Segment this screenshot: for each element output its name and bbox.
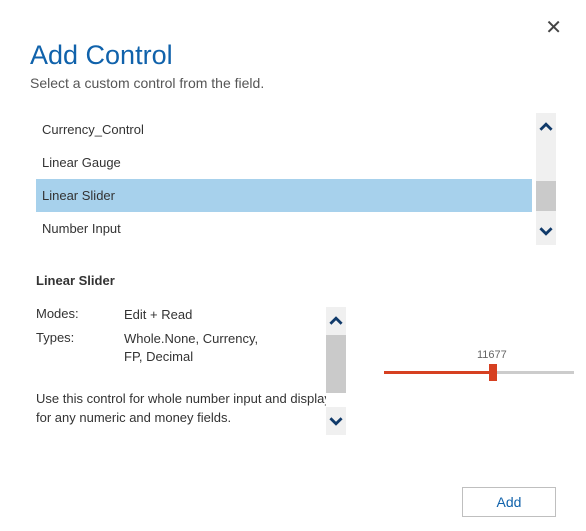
slider-value-label: 11677 <box>477 349 507 361</box>
details-scroll-thumb[interactable] <box>326 335 346 393</box>
control-description: Use this control for whole number input … <box>36 389 336 428</box>
chevron-up-icon <box>539 120 553 134</box>
control-preview: 11677 <box>346 273 556 428</box>
types-value: Whole.None, Currency, FP, Decimal <box>124 330 269 366</box>
list-item-currency-control[interactable]: Currency_Control <box>36 113 532 146</box>
slider-fill <box>384 371 494 374</box>
details-scroll-down[interactable] <box>326 407 346 435</box>
dialog-title: Add Control <box>30 40 556 71</box>
scroll-thumb[interactable] <box>536 181 556 211</box>
details-name: Linear Slider <box>36 273 346 288</box>
list-item-number-input[interactable]: Number Input <box>36 212 532 245</box>
scroll-track[interactable] <box>536 141 556 217</box>
dialog-subtitle: Select a custom control from the field. <box>30 75 556 91</box>
control-details: Linear Slider Modes: Edit + Read Types: … <box>36 273 556 428</box>
list-item-linear-gauge[interactable]: Linear Gauge <box>36 146 532 179</box>
chevron-up-icon <box>329 314 343 328</box>
modes-value: Edit + Read <box>124 306 346 324</box>
modes-label: Modes: <box>36 306 124 324</box>
details-scrollbar[interactable] <box>326 307 346 435</box>
chevron-down-icon <box>329 414 343 428</box>
close-icon[interactable]: ✕ <box>545 18 562 38</box>
control-list-container: Currency_Control Linear Gauge Linear Sli… <box>36 113 556 245</box>
scroll-up-button[interactable] <box>536 113 556 141</box>
scroll-down-button[interactable] <box>536 217 556 245</box>
control-list: Currency_Control Linear Gauge Linear Sli… <box>36 113 532 245</box>
chevron-down-icon <box>539 224 553 238</box>
add-control-dialog: Add Control Select a custom control from… <box>0 0 586 428</box>
details-scroll-up[interactable] <box>326 307 346 335</box>
list-item-linear-slider[interactable]: Linear Slider <box>36 179 532 212</box>
slider-thumb[interactable] <box>489 364 497 381</box>
list-scrollbar[interactable] <box>536 113 556 245</box>
details-scroll-track[interactable] <box>326 335 346 407</box>
add-button[interactable]: Add <box>462 487 556 517</box>
details-info: Linear Slider Modes: Edit + Read Types: … <box>36 273 346 428</box>
types-label: Types: <box>36 330 124 366</box>
dialog-footer: Add <box>462 487 556 517</box>
